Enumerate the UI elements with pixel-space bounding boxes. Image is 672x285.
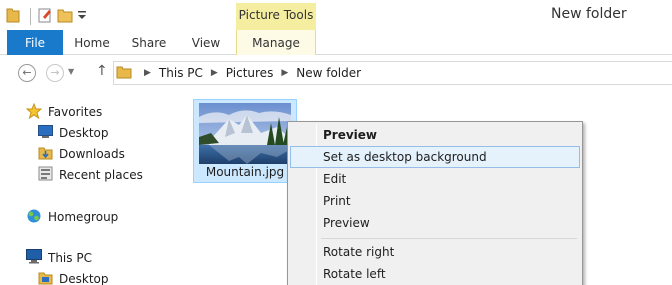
- desktop-folder-icon: [38, 270, 53, 285]
- context-menu: Preview Set as desktop background Edit P…: [287, 121, 583, 285]
- folder-icon: [116, 64, 132, 83]
- back-arrow-icon: ←: [22, 66, 32, 79]
- ribbon-tabs: File Home Share View Manage: [0, 30, 672, 55]
- customize-dropdown-icon[interactable]: [77, 9, 87, 24]
- nav-item-label: Favorites: [48, 105, 103, 119]
- qat-separator: [30, 8, 31, 25]
- nav-item-desktop[interactable]: Desktop: [38, 123, 109, 143]
- nav-item-label: Desktop: [59, 272, 109, 285]
- navigation-pane: Favorites Desktop Downloads Recent place…: [0, 90, 182, 285]
- file-name: Mountain.jpg: [205, 165, 285, 179]
- folder-icon[interactable]: [6, 7, 20, 26]
- tab-file[interactable]: File: [7, 30, 63, 55]
- back-button[interactable]: ←: [18, 64, 36, 82]
- recent-locations-chevron-icon[interactable]: ▼: [68, 67, 74, 76]
- tab-view[interactable]: View: [185, 30, 227, 55]
- nav-item-this-pc-desktop[interactable]: Desktop: [38, 269, 109, 285]
- desktop-icon: [38, 125, 53, 141]
- menu-item-rotate-right[interactable]: Rotate right: [290, 241, 580, 263]
- homegroup-icon: [26, 208, 42, 227]
- image-thumbnail: [199, 103, 291, 164]
- properties-icon[interactable]: [37, 7, 53, 26]
- breadcrumb-pictures[interactable]: Pictures: [226, 66, 274, 80]
- nav-item-favorites[interactable]: Favorites: [25, 102, 103, 122]
- tab-home[interactable]: Home: [70, 30, 114, 55]
- window-title: New folder: [551, 6, 627, 22]
- quick-access-toolbar: [6, 7, 91, 26]
- breadcrumb: ▶ This PC ▶ Pictures ▶ New folder: [116, 61, 361, 85]
- forward-arrow-icon: →: [50, 66, 60, 79]
- nav-item-label: Desktop: [59, 126, 109, 140]
- menu-item-print[interactable]: Print: [290, 190, 580, 212]
- nav-item-label: This PC: [48, 251, 92, 265]
- nav-item-recent-places[interactable]: Recent places: [38, 165, 143, 185]
- title-bar: Picture Tools New folder: [0, 0, 672, 30]
- nav-item-label: Homegroup: [48, 210, 119, 224]
- chevron-right-icon[interactable]: ▶: [144, 68, 151, 78]
- tab-share[interactable]: Share: [127, 30, 171, 55]
- nav-item-downloads[interactable]: Downloads: [38, 144, 125, 164]
- menu-item-rotate-left[interactable]: Rotate left: [290, 263, 580, 285]
- downloads-icon: [38, 145, 53, 163]
- recent-places-icon: [38, 166, 53, 184]
- breadcrumb-new-folder[interactable]: New folder: [296, 66, 361, 80]
- nav-item-this-pc[interactable]: This PC: [26, 248, 92, 268]
- up-button[interactable]: ↑: [96, 63, 108, 79]
- tab-manage[interactable]: Manage: [236, 30, 316, 55]
- file-item-mountain[interactable]: Mountain.jpg: [193, 99, 297, 183]
- nav-item-label: Recent places: [59, 168, 143, 182]
- new-folder-icon[interactable]: [57, 7, 73, 26]
- menu-item-preview-default[interactable]: Preview: [290, 124, 580, 146]
- menu-item-edit[interactable]: Edit: [290, 168, 580, 190]
- star-icon: [25, 102, 43, 122]
- nav-item-label: Downloads: [59, 147, 125, 161]
- chevron-right-icon[interactable]: ▶: [281, 68, 288, 78]
- menu-separator: [321, 238, 577, 239]
- nav-item-homegroup[interactable]: Homegroup: [26, 207, 118, 227]
- up-arrow-icon: ↑: [96, 63, 108, 79]
- computer-icon: [26, 249, 42, 267]
- forward-button[interactable]: →: [46, 64, 64, 82]
- breadcrumb-this-pc[interactable]: This PC: [159, 66, 203, 80]
- menu-item-preview[interactable]: Preview: [290, 212, 580, 234]
- menu-item-set-as-desktop-background[interactable]: Set as desktop background: [290, 146, 580, 168]
- chevron-right-icon[interactable]: ▶: [211, 68, 218, 78]
- picture-tools-header: Picture Tools: [236, 3, 316, 30]
